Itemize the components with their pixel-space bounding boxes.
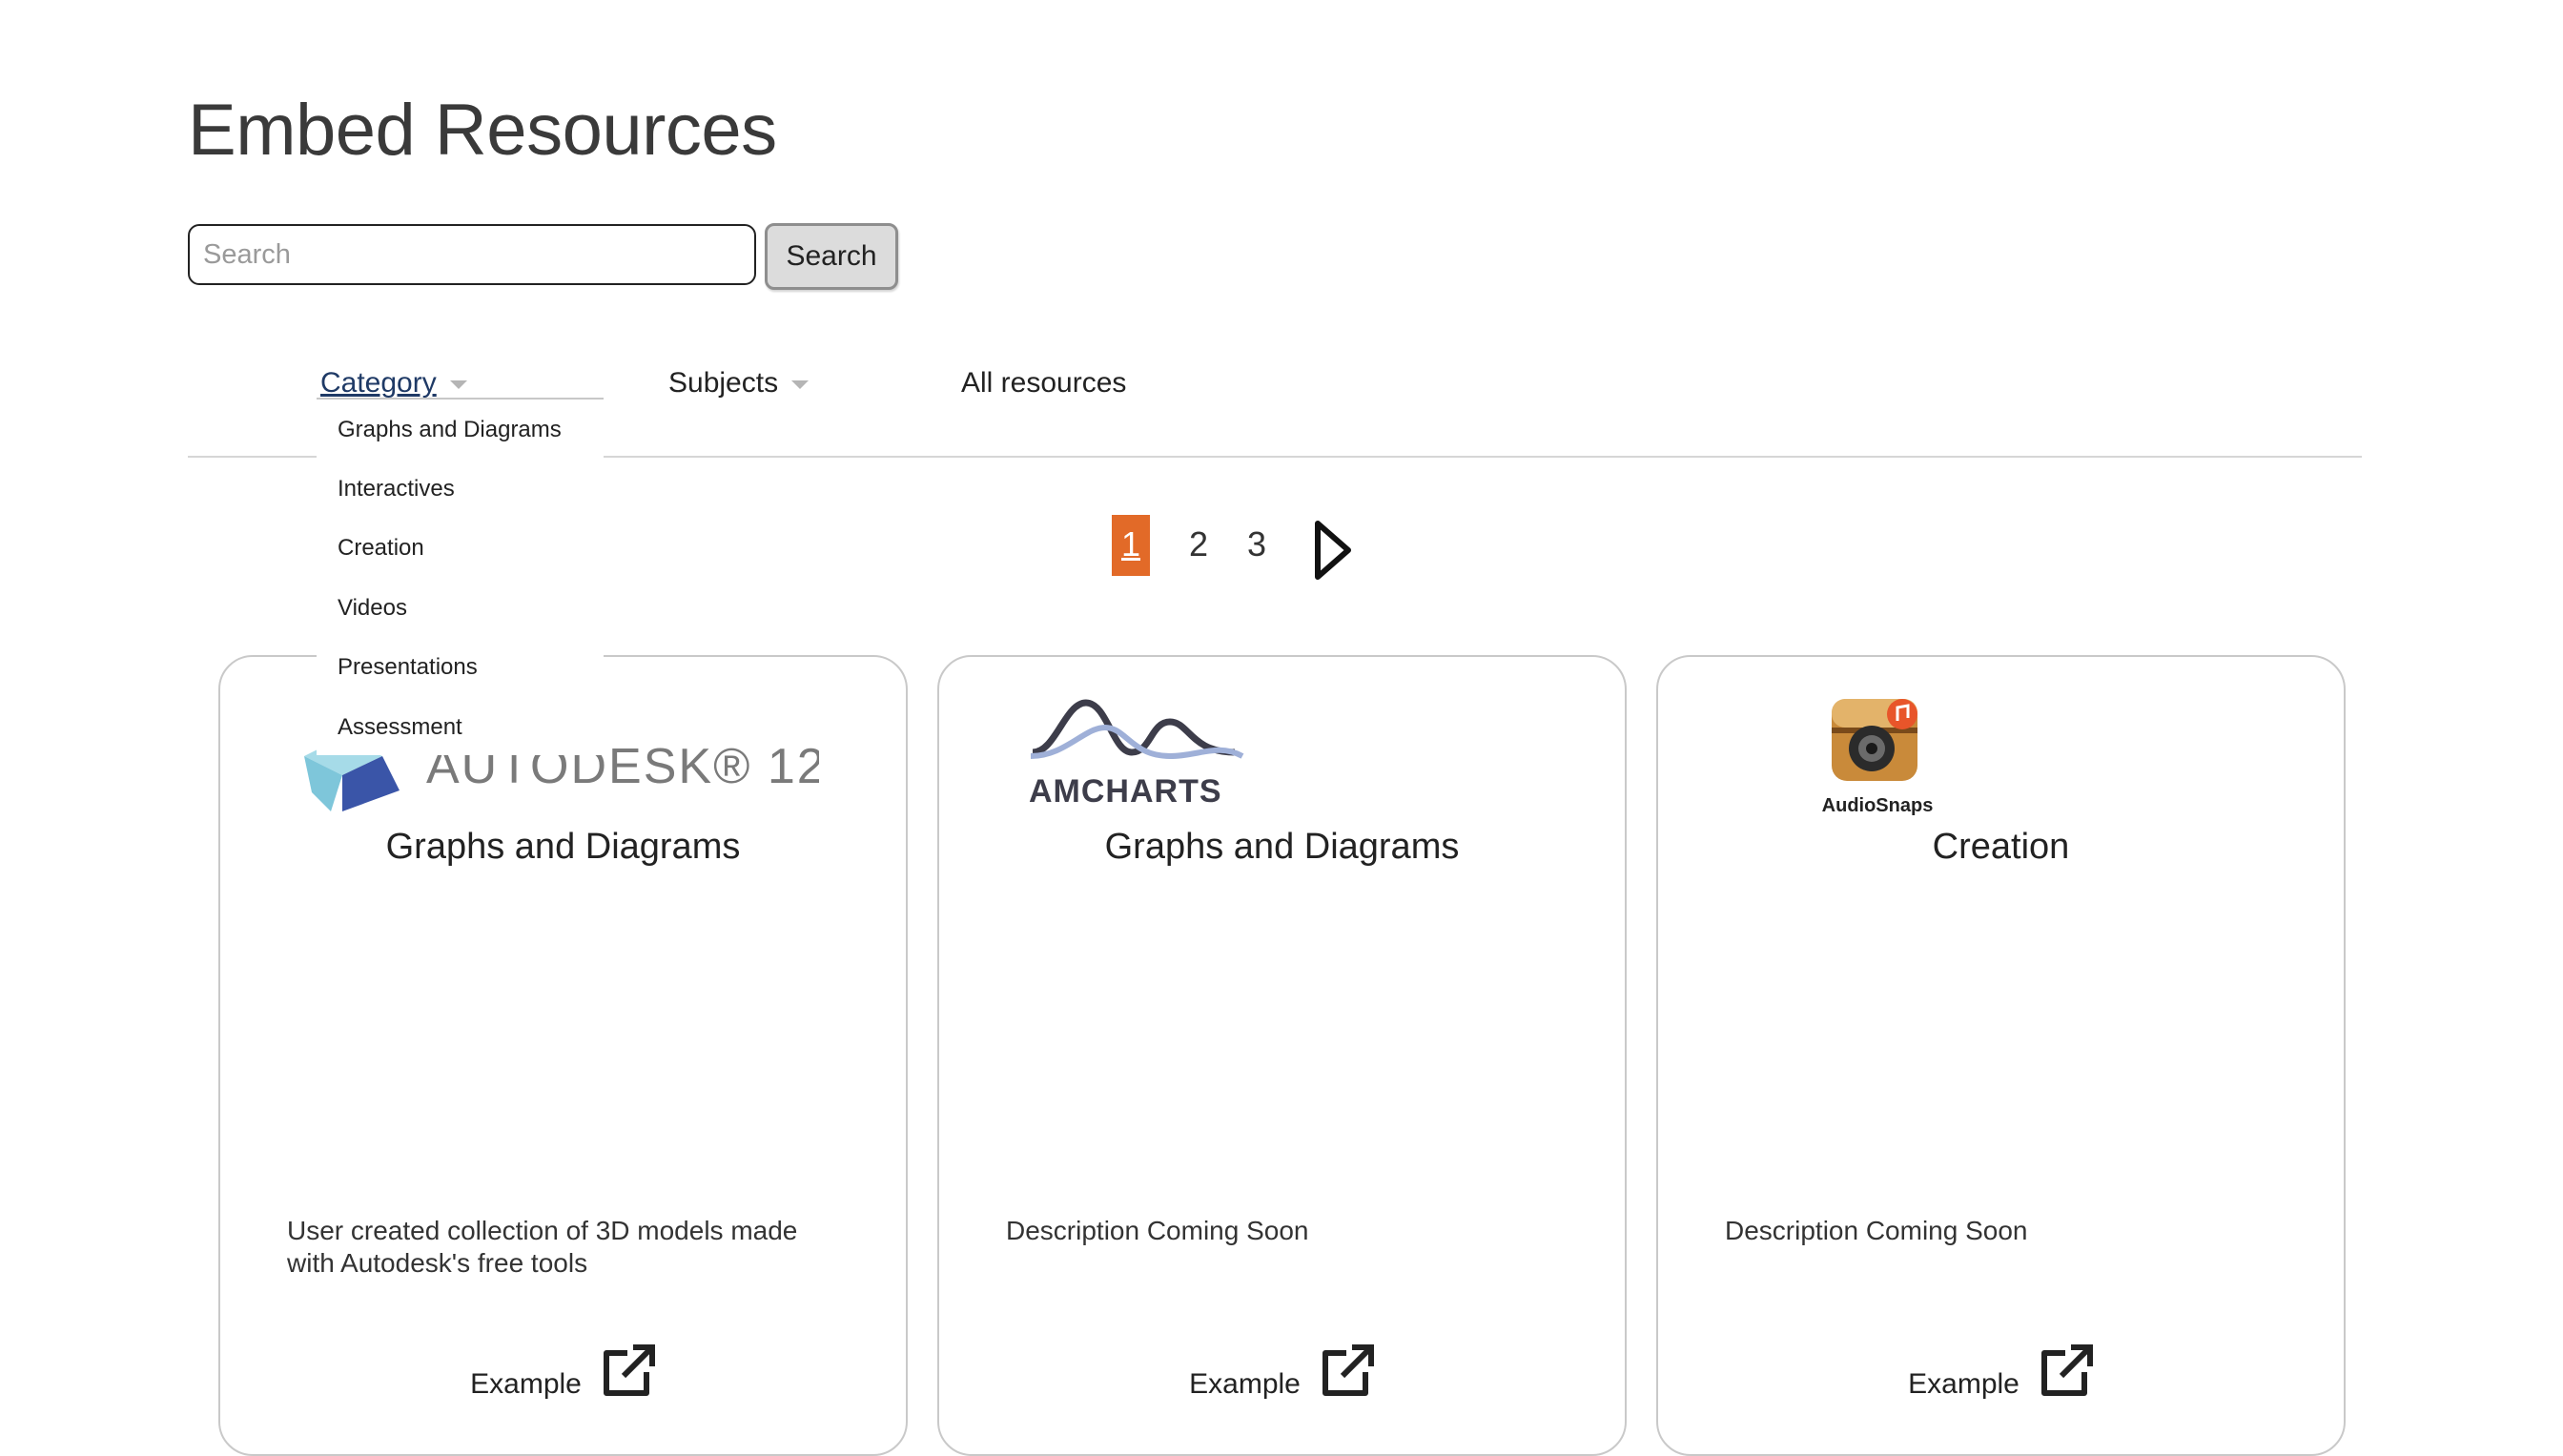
card-category: Graphs and Diagrams: [1104, 827, 1460, 867]
subjects-filter-label: Subjects: [668, 367, 779, 399]
external-link-icon: [1322, 1344, 1374, 1396]
search-input[interactable]: [188, 224, 756, 285]
example-label: Example: [1189, 1368, 1301, 1400]
audiosnaps-logo-icon: AudioSnaps: [1822, 699, 1934, 816]
menu-item-assessment[interactable]: Assessment: [338, 714, 462, 741]
category-dropdown-menu: Graphs and Diagrams Interactives Creatio…: [317, 398, 604, 755]
chevron-down-icon: [791, 380, 810, 389]
page-3-link[interactable]: 3: [1247, 515, 1266, 574]
example-label: Example: [470, 1368, 582, 1400]
resource-card[interactable]: AUTODESK® 123D® Graphs and Diagrams User…: [218, 655, 908, 1456]
resource-card[interactable]: AudioSnaps Creation Description Coming S…: [1656, 655, 2346, 1456]
card-description: User created collection of 3D models mad…: [287, 1216, 798, 1278]
logo-wordmark: AudioSnaps: [1822, 795, 1934, 816]
subjects-filter[interactable]: Subjects: [668, 367, 810, 400]
all-resources-label: All resources: [961, 367, 1127, 399]
card-category: Graphs and Diagrams: [385, 827, 741, 867]
card-description: Description Coming Soon: [1725, 1216, 2028, 1245]
category-filter[interactable]: Category: [320, 367, 467, 400]
example-link[interactable]: Example: [220, 1343, 906, 1401]
amcharts-logo-icon: AMCHARTS: [1029, 699, 1244, 810]
menu-item-interactives[interactable]: Interactives: [338, 476, 455, 502]
next-page-icon[interactable]: [1310, 520, 1354, 581]
menu-item-presentations[interactable]: Presentations: [338, 654, 478, 681]
page-2-link[interactable]: 2: [1189, 515, 1208, 574]
category-filter-label: Category: [320, 367, 437, 399]
chevron-down-icon: [449, 380, 467, 389]
menu-item-graphs-and-diagrams[interactable]: Graphs and Diagrams: [338, 417, 562, 443]
example-label: Example: [1908, 1368, 2020, 1400]
example-link[interactable]: Example: [1658, 1343, 2344, 1401]
external-link-icon: [2040, 1344, 2093, 1396]
card-category: Creation: [1932, 827, 2070, 867]
page-1-link[interactable]: 1: [1112, 515, 1150, 576]
search-button[interactable]: Search: [765, 223, 898, 290]
menu-item-creation[interactable]: Creation: [338, 535, 424, 562]
logo-wordmark: AMCHARTS: [1029, 773, 1222, 810]
external-link-icon: [603, 1344, 655, 1396]
resource-card[interactable]: AMCHARTS Graphs and Diagrams Description…: [937, 655, 1627, 1456]
page-title: Embed Resources: [188, 90, 777, 171]
menu-item-videos[interactable]: Videos: [338, 595, 407, 622]
example-link[interactable]: Example: [939, 1343, 1625, 1401]
card-description: Description Coming Soon: [1006, 1216, 1309, 1245]
all-resources-link[interactable]: All resources: [961, 367, 1126, 400]
